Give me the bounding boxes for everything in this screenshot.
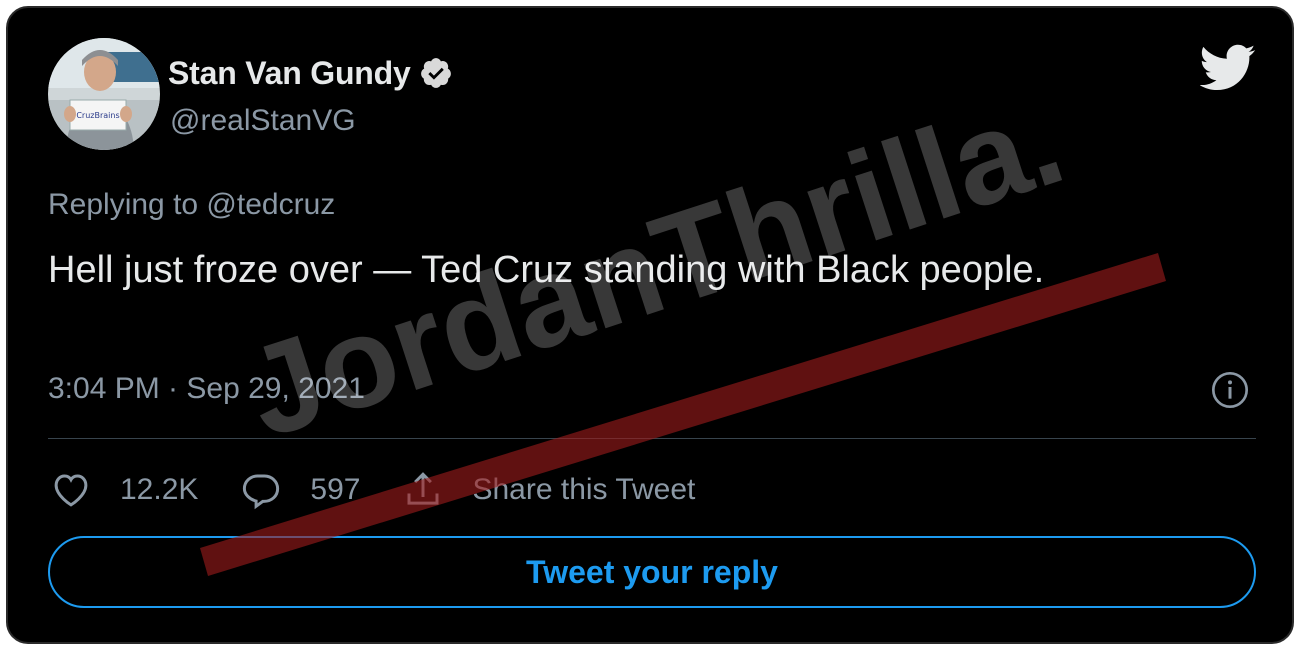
watermark-stripe [200,253,1166,576]
like-button[interactable]: 12.2K [50,469,198,511]
avatar-sign-text: CruzBrains [76,111,119,120]
tweet-actions: 12.2K 597 Share this Tweet [50,468,737,512]
divider [48,438,1256,439]
tweet-card: CruzBrains Stan Van Gundy @realStanVG Re… [6,6,1294,644]
replying-to[interactable]: Replying to @tedcruz [48,188,335,222]
avatar[interactable]: CruzBrains [48,38,160,150]
share-label: Share this Tweet [472,473,696,506]
author-name-row[interactable]: Stan Van Gundy [168,53,453,93]
info-icon[interactable] [1210,370,1250,410]
avatar-photo: CruzBrains [48,38,160,150]
like-count: 12.2K [120,473,199,506]
twitter-bird-icon[interactable] [1199,44,1256,92]
tweet-your-reply-button[interactable]: Tweet your reply [48,536,1256,608]
tweet-timestamp[interactable]: 3:04 PM · Sep 29, 2021 [48,372,365,406]
heart-icon [54,474,88,507]
display-name[interactable]: Stan Van Gundy [168,55,411,92]
tweet-text: Hell just froze over — Ted Cruz standing… [48,249,1045,291]
share-button[interactable]: Share this Tweet [402,469,695,511]
verified-badge-icon [419,56,453,90]
reply-action-button[interactable]: 597 [240,469,360,511]
share-icon [407,472,439,505]
author-handle[interactable]: @realStanVG [170,104,356,138]
reply-count: 597 [310,473,361,506]
comment-icon [243,474,280,510]
